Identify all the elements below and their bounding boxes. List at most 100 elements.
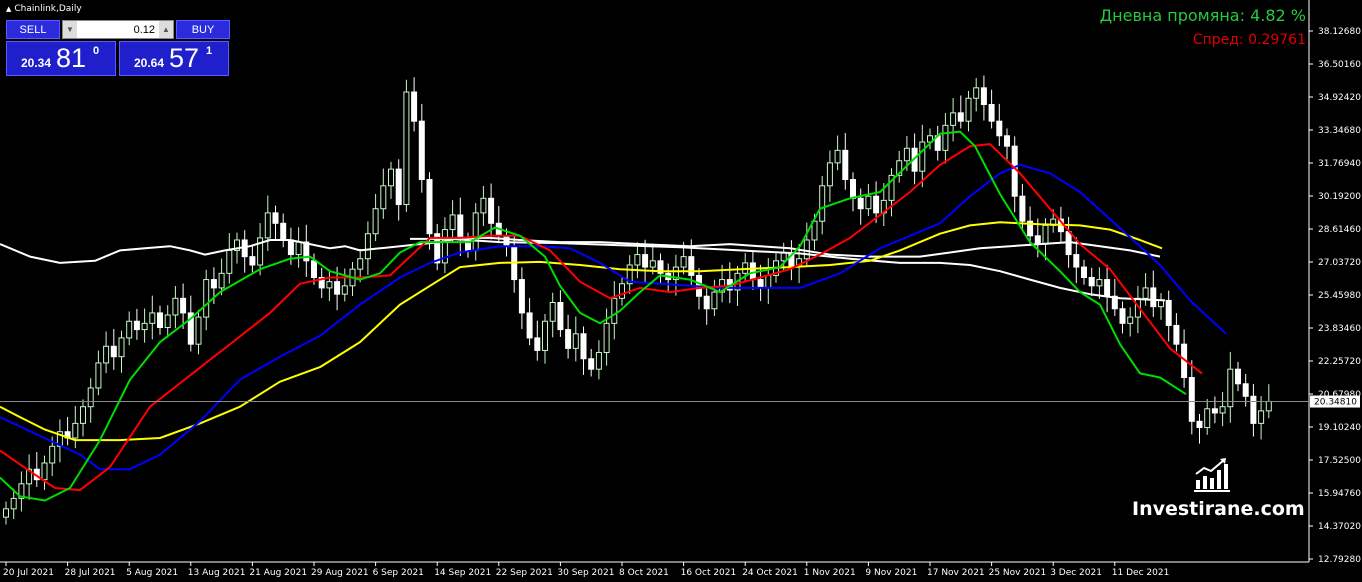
candle-body: [803, 239, 810, 260]
candle-body: [1150, 287, 1157, 308]
candle-body: [1158, 299, 1164, 308]
candle-body: [842, 149, 849, 181]
candle-body: [141, 322, 148, 331]
candle-body: [341, 285, 348, 295]
candle-body: [49, 445, 56, 464]
buy-price-big: 57: [169, 43, 200, 73]
candle-body: [973, 87, 980, 99]
candle-body: [457, 214, 464, 241]
candle-body: [619, 283, 625, 299]
time-tick-label: 25 Nov 2021: [989, 568, 1047, 578]
time-tick-label: 13 Aug 2021: [188, 568, 246, 578]
candle-body: [919, 141, 926, 172]
candle-body: [172, 297, 179, 316]
price-tick-label: 27.03720: [1318, 258, 1361, 268]
candle-body: [865, 195, 872, 210]
price-chart[interactable]: 38.12680 36.50160 34.92420 33.34680 31.76940…: [0, 0, 1362, 582]
time-tick-label: 29 Aug 2021: [311, 568, 369, 578]
candle-body: [272, 212, 279, 224]
candle-body: [957, 112, 964, 122]
candle-body: [873, 195, 880, 214]
time-tick-label: 1 Nov 2021: [804, 568, 856, 578]
lot-size-input[interactable]: [79, 21, 155, 38]
candle-body: [572, 333, 579, 349]
candle-body: [688, 256, 695, 276]
candle-body: [1258, 410, 1265, 424]
candle-body: [534, 337, 541, 351]
time-tick-label: 21 Aug 2021: [249, 568, 307, 578]
candle-body: [126, 320, 133, 339]
chevron-down-icon[interactable]: ▼: [63, 21, 77, 38]
candle-body: [280, 222, 287, 241]
candle-body: [757, 279, 764, 289]
price-tick-label: 15.94760: [1318, 489, 1361, 499]
candle-body: [1265, 400, 1272, 412]
time-tick-label: 14 Sep 2021: [434, 568, 491, 578]
candle-body: [1219, 406, 1226, 414]
candle-body: [388, 168, 394, 187]
sell-price-sup: 0: [93, 45, 100, 57]
candle-body: [118, 337, 125, 358]
time-tick-label: 8 Oct 2021: [619, 568, 669, 578]
sell-price-prefix: 20.34: [21, 56, 52, 70]
price-tick-label: 25.45980: [1318, 291, 1361, 301]
candle-body: [518, 279, 525, 314]
candle-body: [1034, 235, 1041, 245]
sell-price-box[interactable]: 20.34 81 0: [6, 41, 116, 76]
candle-body: [149, 312, 156, 324]
spread-text: Спред: 0.29761: [1192, 32, 1306, 48]
candle-body: [1165, 299, 1172, 326]
time-tick-label: 6 Sep 2021: [373, 568, 424, 578]
candle-body: [157, 312, 163, 329]
candle-body: [826, 162, 833, 187]
price-tick-label: 22.25720: [1318, 357, 1361, 367]
candle-body: [588, 358, 595, 370]
candle-body: [526, 312, 533, 339]
candle-body: [580, 333, 587, 360]
candle-body: [249, 256, 256, 266]
price-tick-label: 19.10240: [1318, 423, 1361, 433]
candle-body: [1081, 266, 1087, 278]
candle-body: [996, 120, 1003, 137]
candle-body: [549, 301, 556, 322]
price-tick-label: 28.61460: [1318, 225, 1361, 235]
current-price-label: 20.34810: [1314, 398, 1357, 408]
candle-body: [1196, 420, 1203, 429]
collapse-triangle-icon[interactable]: ▲: [6, 5, 11, 13]
candle-body: [334, 281, 341, 295]
sell-button[interactable]: SELL: [6, 20, 60, 39]
buy-price-box[interactable]: 20.64 57 1: [119, 41, 229, 76]
candle-body: [395, 168, 402, 206]
time-tick-label: 30 Sep 2021: [557, 568, 614, 578]
candle-body: [411, 91, 418, 122]
candle-body: [1119, 308, 1126, 324]
candle-body: [326, 281, 333, 289]
chevron-up-icon[interactable]: ▲: [159, 21, 173, 38]
time-tick-label: 17 Nov 2021: [927, 568, 985, 578]
buy-price-sup: 1: [206, 45, 213, 57]
candle-body: [1242, 383, 1249, 397]
candle-body: [603, 322, 610, 354]
candle-body: [472, 212, 479, 251]
candle-body: [1019, 195, 1026, 222]
candle-body: [72, 422, 79, 439]
candle-body: [226, 249, 233, 274]
price-tick-label: 33.34680: [1318, 126, 1361, 136]
candle-body: [649, 260, 656, 268]
candle-body: [503, 235, 510, 247]
candle-body: [210, 279, 217, 289]
candle-body: [857, 197, 864, 210]
candle-body: [1104, 279, 1111, 297]
candle-body: [834, 149, 841, 164]
buy-button[interactable]: BUY: [176, 20, 230, 39]
candle-body: [426, 179, 433, 235]
time-tick-label: 9 Nov 2021: [865, 568, 917, 578]
candle-body: [965, 97, 972, 122]
candle-body: [1211, 408, 1218, 414]
candle-body: [480, 197, 487, 214]
sell-price-big: 81: [56, 43, 87, 73]
candle-body: [595, 352, 602, 370]
candle-body: [557, 301, 564, 331]
candle-body: [1188, 377, 1195, 422]
time-tick-label: 5 Aug 2021: [126, 568, 178, 578]
